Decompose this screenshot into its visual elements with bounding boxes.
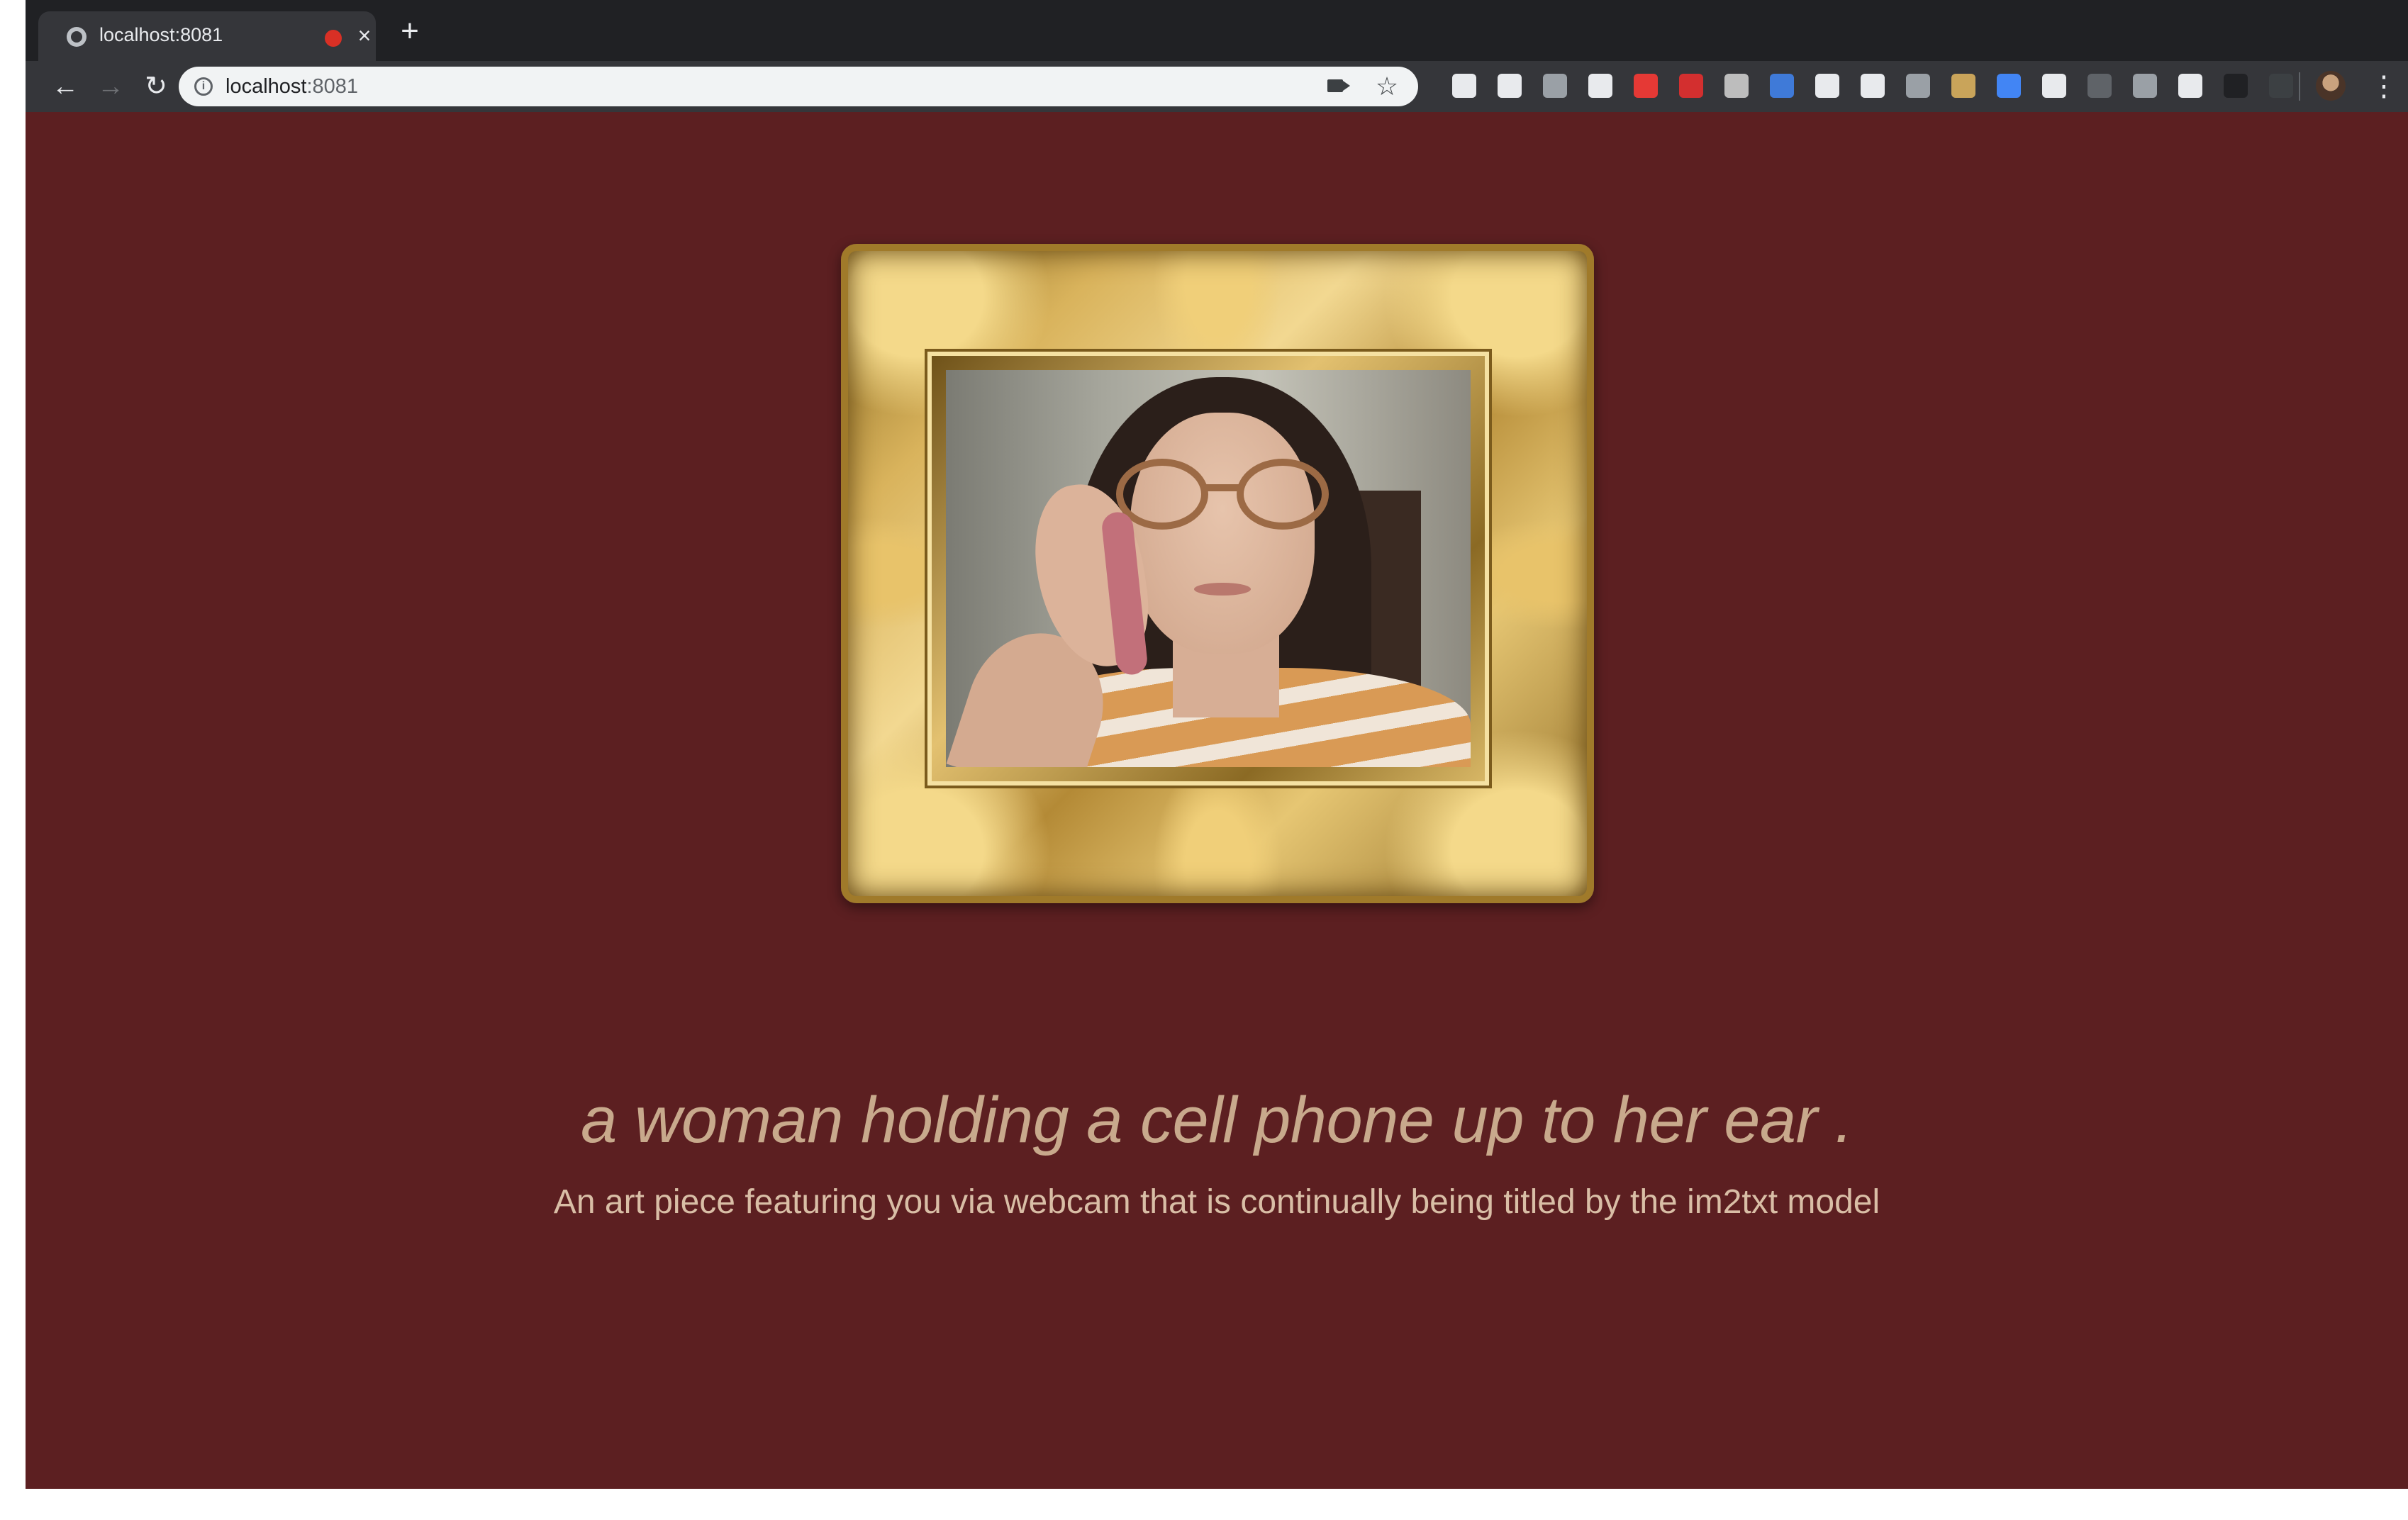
camera-icon[interactable] [1327,79,1343,92]
extension-icon[interactable] [2088,74,2112,98]
address-bar[interactable]: i localhost:8081 ☆ [179,67,1418,106]
extension-icon[interactable] [1861,74,1885,98]
extension-icon[interactable] [1543,74,1567,98]
url-port: :8081 [306,75,359,98]
extension-icon[interactable] [1498,74,1522,98]
url-text: localhost:8081 [225,75,358,99]
extension-icon[interactable] [1815,74,1839,98]
extension-icon[interactable] [2133,74,2157,98]
extension-icon[interactable] [1906,74,1930,98]
webcam-video [946,370,1471,767]
generated-caption: a woman holding a cell phone up to her e… [581,1084,1853,1156]
face [1130,413,1315,654]
glasses-lens-right [1237,459,1329,530]
extension-icon[interactable] [2178,74,2202,98]
new-tab-button[interactable]: + [396,16,424,47]
info-icon[interactable]: i [194,77,213,96]
extension-icon[interactable] [1452,74,1476,98]
globe-icon [67,27,87,47]
frame-inner-border [932,356,1485,781]
close-tab-button[interactable]: × [353,21,376,50]
toolbar-divider [2299,72,2300,101]
page-description: An art piece featuring you via webcam th… [553,1183,1880,1221]
tab-strip: localhost:8081 × + [26,0,2408,61]
extension-icon[interactable] [1634,74,1658,98]
mouth [1194,583,1251,596]
extension-icon[interactable] [2042,74,2066,98]
glasses [1116,459,1336,530]
page-content: a woman holding a cell phone up to her e… [26,112,2408,1489]
url-host: localhost [225,75,307,98]
star-icon[interactable]: ☆ [1373,71,1401,102]
extension-icon[interactable] [1997,74,2021,98]
extension-icon[interactable] [1724,74,1749,98]
gold-picture-frame [841,244,1594,903]
tab-title: localhost:8081 [99,24,223,45]
menu-icon[interactable]: ⋮ [2370,68,2398,105]
extension-icon[interactable] [2269,74,2293,98]
extension-icon[interactable] [1770,74,1794,98]
record-icon [325,30,342,47]
extension-icon[interactable] [1679,74,1703,98]
extension-icon[interactable] [1951,74,1975,98]
extension-icon[interactable] [1588,74,1612,98]
back-button[interactable]: ← [47,68,84,105]
profile-avatar[interactable] [2316,71,2346,101]
reload-button[interactable]: ↻ [138,68,174,105]
extension-icon[interactable] [2224,74,2248,98]
browser-window: localhost:8081 × + ← → ↻ i localhost:808… [26,0,2408,1489]
forward-button[interactable]: → [92,68,129,105]
tab-localhost[interactable]: localhost:8081 × [38,11,376,61]
browser-toolbar: ← → ↻ i localhost:8081 ☆ ⋮ [26,61,2408,112]
glasses-bridge [1205,484,1239,491]
